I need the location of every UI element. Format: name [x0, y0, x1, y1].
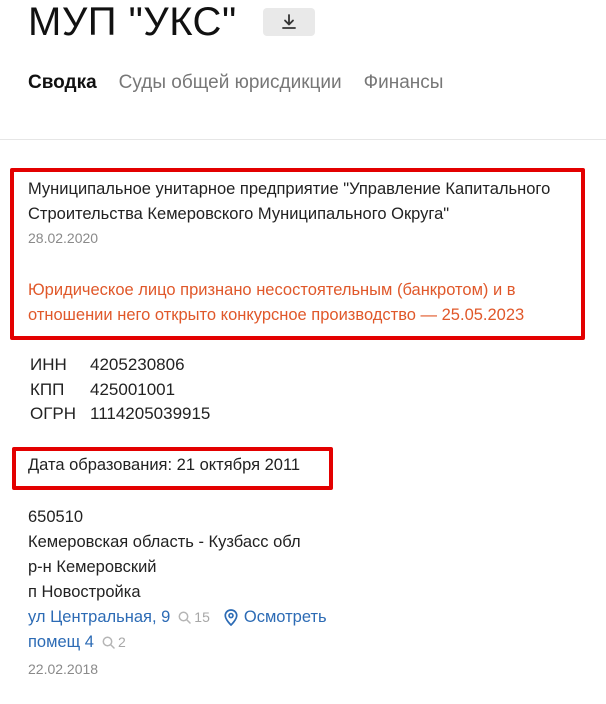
- ids-block: ИНН 4205230806 КПП 425001001 ОГРН 111420…: [30, 353, 210, 427]
- id-value: 1114205039915: [90, 404, 211, 423]
- address-street-row: ул Центральная, 9 15 Осмотреть: [28, 605, 327, 630]
- room-count-value: 2: [117, 634, 126, 650]
- id-key: ИНН: [30, 355, 67, 374]
- tab-finance[interactable]: Финансы: [364, 72, 444, 94]
- search-icon: [102, 636, 115, 649]
- tab-courts[interactable]: Суды общей юрисдикции: [119, 72, 342, 94]
- id-key: ОГРН: [30, 404, 77, 423]
- address-room-row: помещ 4 2: [28, 630, 327, 655]
- address-region: Кемеровская область - Кузбасс обл: [28, 533, 301, 551]
- street-count-value: 15: [194, 609, 210, 625]
- address-postcode: 650510: [28, 508, 84, 526]
- tab-summary[interactable]: Сводка: [28, 72, 97, 94]
- id-value: 4205230806: [90, 355, 185, 374]
- street-search-count[interactable]: 15: [178, 605, 210, 630]
- status-text: Юридическое лицо признано несостоятельны…: [28, 281, 525, 324]
- address-block: 650510 Кемеровская область - Кузбасс обл…: [28, 505, 327, 655]
- id-row-inn: ИНН 4205230806: [30, 353, 210, 378]
- download-icon: [281, 14, 296, 29]
- title-row: МУП "УКС": [28, 0, 315, 44]
- id-value: 425001001: [90, 379, 176, 399]
- show-on-map-link[interactable]: Осмотреть: [224, 605, 327, 630]
- street-link[interactable]: ул Центральная, 9: [28, 605, 170, 630]
- download-button[interactable]: [262, 8, 315, 36]
- full-name: Муниципальное унитарное предприятие "Упр…: [28, 180, 551, 223]
- address-locality: п Новостройка: [28, 583, 141, 601]
- divider: [0, 139, 606, 140]
- id-key: КПП: [30, 379, 65, 399]
- address-date: 22.02.2018: [28, 661, 99, 677]
- room-search-count[interactable]: 2: [102, 630, 126, 655]
- founded-date: Дата образования: 21 октября 2011: [28, 456, 301, 474]
- company-title: МУП "УКС": [28, 0, 237, 44]
- id-row-ogrn: ОГРН 1114205039915: [30, 402, 210, 427]
- show-label: Осмотреть: [243, 608, 327, 626]
- address-district: р-н Кемеровский: [28, 558, 157, 576]
- tabs: Сводка Суды общей юрисдикции Финансы: [28, 72, 465, 94]
- room-link[interactable]: помещ 4: [28, 630, 94, 655]
- name-date: 28.02.2020: [28, 230, 99, 246]
- map-pin-icon: [224, 609, 238, 626]
- search-icon: [178, 611, 192, 624]
- id-row-kpp: КПП 425001001: [30, 378, 210, 403]
